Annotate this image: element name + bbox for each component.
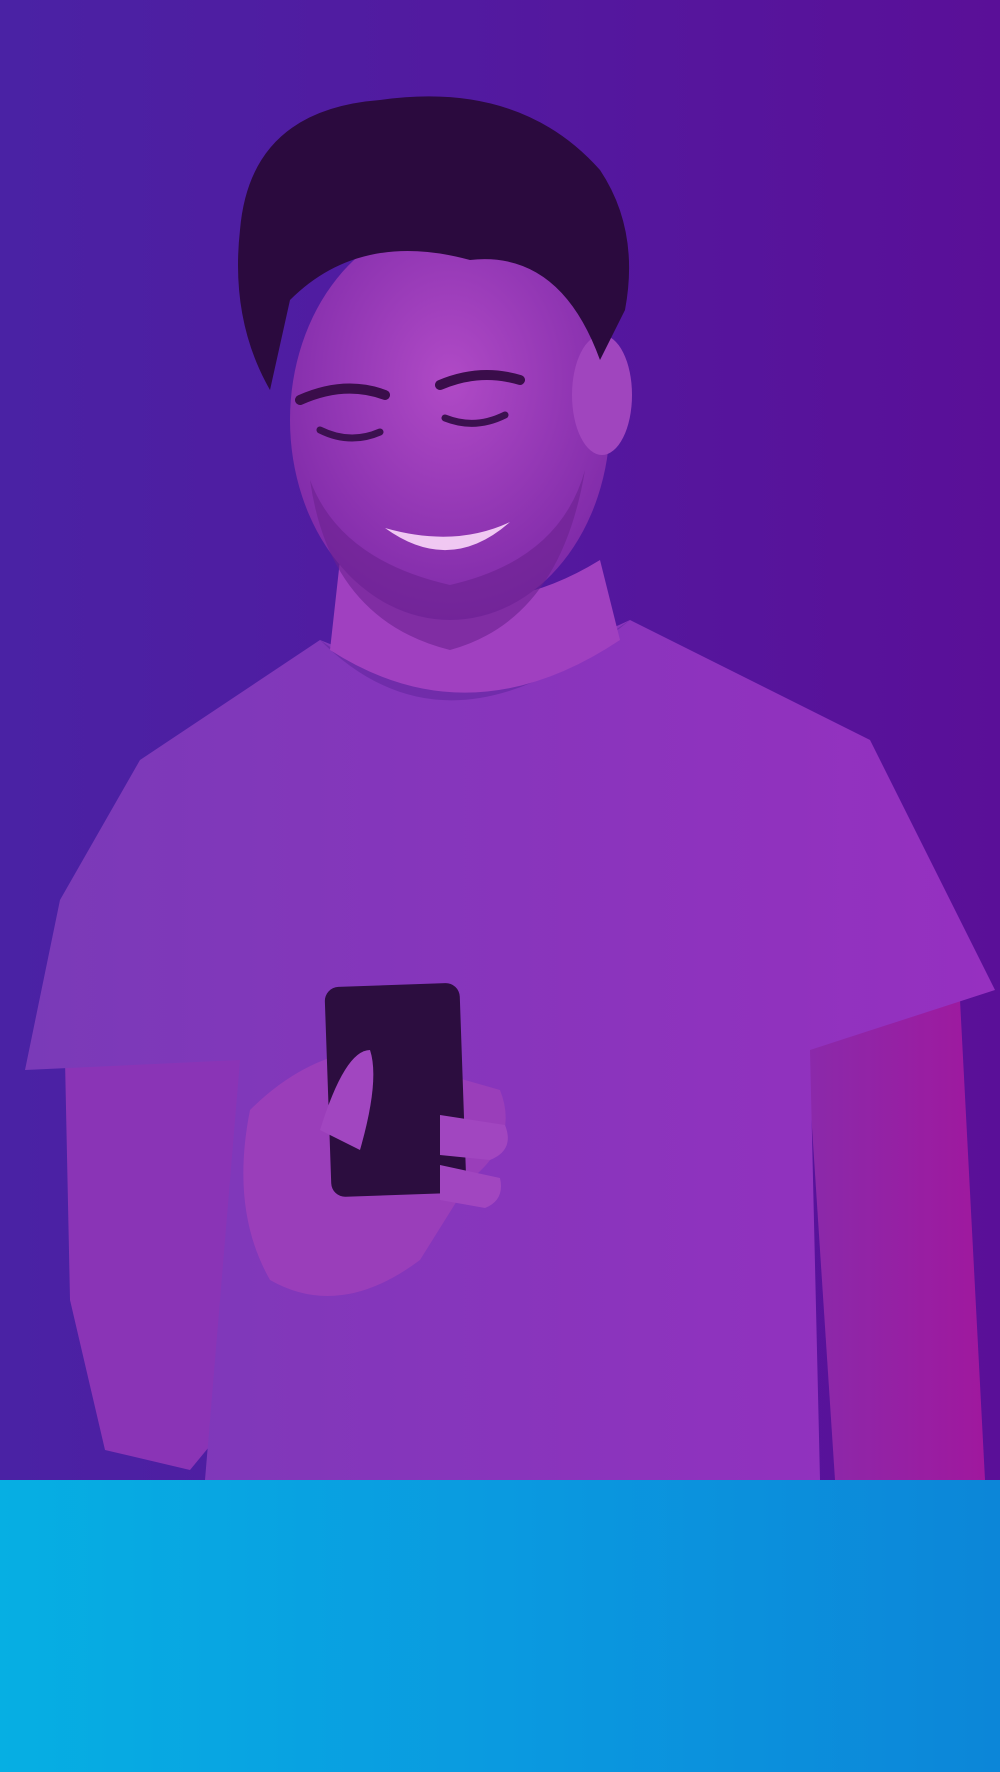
- right-arm: [805, 1000, 985, 1480]
- hero-text-fragment: [0, 610, 20, 820]
- hero-photo-person-with-phone: [25, 96, 995, 1480]
- footer-band: [0, 1480, 1000, 1772]
- hero-banner: [0, 0, 1000, 1480]
